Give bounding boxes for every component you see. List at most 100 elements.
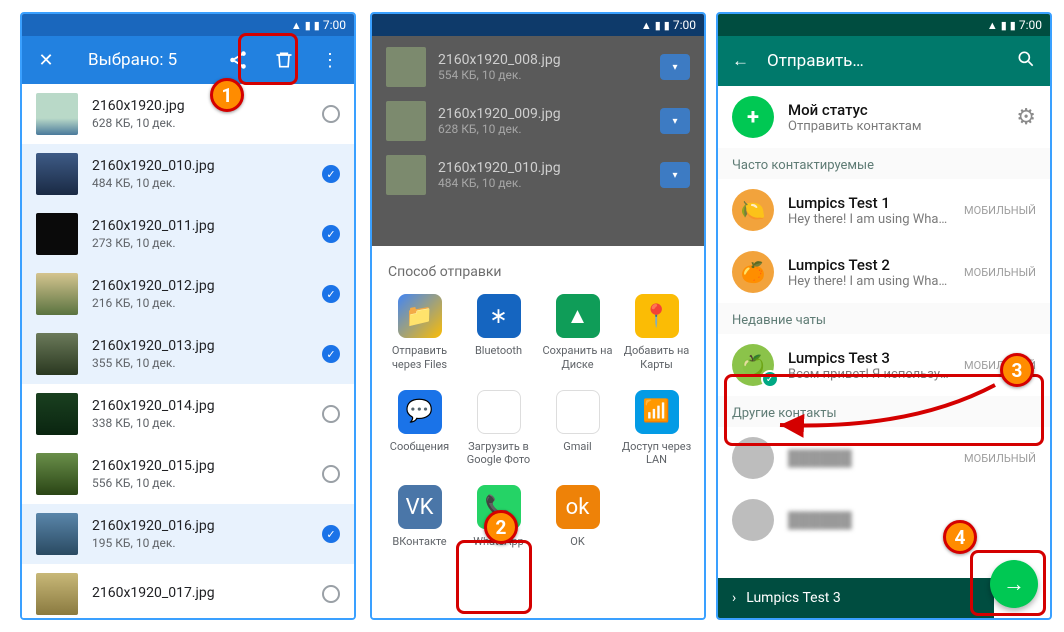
wifi-icon: ▲	[291, 19, 302, 32]
file-item[interactable]: 2160x1920_012.jpg 216 КБ, 10 дек. ✓	[22, 264, 354, 324]
file-meta: 556 КБ, 10 дек.	[92, 476, 308, 490]
file-meta: 216 КБ, 10 дек.	[92, 296, 308, 310]
app-icon: VK	[398, 485, 442, 529]
delete-icon[interactable]	[268, 44, 300, 76]
battery-icon: ▮	[314, 19, 320, 32]
file-name: 2160x1920_011.jpg	[92, 218, 308, 234]
share-target[interactable]: 📍 Добавить на Карты	[617, 294, 696, 372]
app-icon: 📶	[635, 390, 679, 434]
status-time: 7:00	[323, 18, 346, 32]
search-icon[interactable]	[1016, 49, 1036, 74]
share-target[interactable]: VK ВКонтакте	[380, 485, 459, 549]
add-status-icon: +	[732, 96, 774, 138]
dimmed-file-list: 2160x1920_008.jpg 554 КБ, 10 дек. ▾ 2160…	[372, 36, 704, 246]
file-item-dimmed: 2160x1920_010.jpg 484 КБ, 10 дек. ▾	[372, 148, 704, 202]
chevron-down-icon: ▾	[660, 108, 690, 134]
chevron-down-icon: ▾	[660, 162, 690, 188]
share-target[interactable]: M Gmail	[538, 390, 617, 468]
phone-share-sheet: ▲ ▮ ▮ 7:00 2160x1920_008.jpg 554 КБ, 10 …	[370, 12, 706, 620]
status-time: 7:00	[673, 18, 696, 32]
app-icon: ▲	[556, 294, 600, 338]
file-meta: 554 КБ, 10 дек.	[438, 68, 648, 82]
select-radio[interactable]: ✓	[322, 285, 340, 303]
file-item[interactable]: 2160x1920_017.jpg	[22, 564, 354, 620]
whatsapp-app-bar: ← Отправить…	[718, 36, 1050, 86]
share-target[interactable]: 📁 Отправить через Files	[380, 294, 459, 372]
my-status-sub: Отправить контактам	[788, 119, 1002, 134]
select-radio[interactable]: ✓	[322, 165, 340, 183]
select-radio[interactable]	[322, 585, 340, 603]
share-icon[interactable]	[222, 44, 254, 76]
contact-row[interactable]: ██████	[718, 489, 1050, 551]
file-item[interactable]: 2160x1920.jpg 628 КБ, 10 дек.	[22, 84, 354, 144]
file-item[interactable]: 2160x1920_010.jpg 484 КБ, 10 дек. ✓	[22, 144, 354, 204]
file-item[interactable]: 2160x1920_015.jpg 556 КБ, 10 дек.	[22, 444, 354, 504]
file-name: 2160x1920_017.jpg	[92, 585, 308, 601]
file-item[interactable]: 2160x1920_014.jpg 338 КБ, 10 дек.	[22, 384, 354, 444]
app-icon: 📁	[398, 294, 442, 338]
file-name: 2160x1920_014.jpg	[92, 398, 308, 414]
chevron-down-icon: ▾	[660, 54, 690, 80]
avatar: 🍊	[732, 251, 774, 293]
contact-status: Hey there! I am using WhatsApp	[788, 274, 950, 289]
back-icon[interactable]: ←	[732, 51, 749, 71]
share-target[interactable]: 💬 Сообщения	[380, 390, 459, 468]
app-label: Добавить на Карты	[621, 344, 693, 372]
thumbnail	[36, 153, 78, 195]
gear-icon[interactable]: ⚙	[1016, 105, 1036, 130]
select-radio[interactable]: ✓	[322, 345, 340, 363]
app-label: Сообщения	[390, 440, 449, 454]
status-bar: ▲ ▮ ▮ 7:00	[372, 14, 704, 36]
select-radio[interactable]	[322, 105, 340, 123]
selected-bottom-bar: › Lumpics Test 3	[718, 578, 994, 618]
share-target[interactable]: ok OK	[538, 485, 617, 549]
share-target[interactable]: ∗ Bluetooth	[459, 294, 538, 372]
thumbnail	[36, 573, 78, 615]
select-radio[interactable]	[322, 465, 340, 483]
signal-icon: ▮	[305, 19, 311, 32]
wifi-icon: ▲	[641, 19, 652, 32]
overflow-icon[interactable]: ⋮	[314, 44, 346, 76]
file-meta: 338 КБ, 10 дек.	[92, 416, 308, 430]
wifi-icon: ▲	[987, 19, 998, 32]
share-target[interactable]: ▲ Сохранить на Диске	[538, 294, 617, 372]
select-radio[interactable]: ✓	[322, 225, 340, 243]
file-name: 2160x1920_010.jpg	[438, 160, 648, 176]
avatar	[732, 437, 774, 479]
callout-badge-1: 1	[210, 78, 244, 112]
my-status-title: Мой статус	[788, 101, 1002, 119]
share-target[interactable]: ✿ Загрузить в Google Фото	[459, 390, 538, 468]
signal-icon: ▮	[1001, 19, 1007, 32]
battery-icon: ▮	[664, 19, 670, 32]
file-name: 2160x1920_015.jpg	[92, 458, 308, 474]
status-bar: ▲ ▮ ▮ 7:00	[718, 14, 1050, 36]
battery-icon: ▮	[1010, 19, 1016, 32]
file-meta: 628 КБ, 10 дек.	[92, 116, 308, 130]
select-radio[interactable]: ✓	[322, 525, 340, 543]
select-radio[interactable]	[322, 405, 340, 423]
thumbnail	[386, 47, 426, 87]
app-icon: ok	[556, 485, 600, 529]
app-icon: ∗	[477, 294, 521, 338]
thumbnail	[386, 101, 426, 141]
contact-row[interactable]: 🍋 Lumpics Test 1 Hey there! I am using W…	[718, 179, 1050, 241]
contact-type: МОБИЛЬНЫЙ	[964, 452, 1036, 465]
app-label: Доступ через LAN	[621, 440, 693, 468]
file-item[interactable]: 2160x1920_013.jpg 355 КБ, 10 дек. ✓	[22, 324, 354, 384]
app-label: Отправить через Files	[384, 344, 456, 372]
my-status-row[interactable]: + Мой статус Отправить контактам ⚙	[718, 86, 1050, 148]
file-item[interactable]: 2160x1920_011.jpg 273 КБ, 10 дек. ✓	[22, 204, 354, 264]
contact-row[interactable]: 🍊 Lumpics Test 2 Hey there! I am using W…	[718, 241, 1050, 303]
close-icon[interactable]: ✕	[30, 44, 62, 76]
file-name: 2160x1920_012.jpg	[92, 278, 308, 294]
send-fab[interactable]: →	[990, 560, 1038, 608]
file-item[interactable]: 2160x1920_016.jpg 195 КБ, 10 дек. ✓	[22, 504, 354, 564]
callout-badge-3: 3	[1000, 353, 1034, 387]
file-meta: 355 КБ, 10 дек.	[92, 356, 308, 370]
thumbnail	[36, 273, 78, 315]
file-list: 2160x1920.jpg 628 КБ, 10 дек. 2160x1920_…	[22, 84, 354, 620]
avatar: 🍋	[732, 189, 774, 231]
avatar	[732, 499, 774, 541]
app-label: Gmail	[563, 440, 591, 454]
share-target[interactable]: 📶 Доступ через LAN	[617, 390, 696, 468]
